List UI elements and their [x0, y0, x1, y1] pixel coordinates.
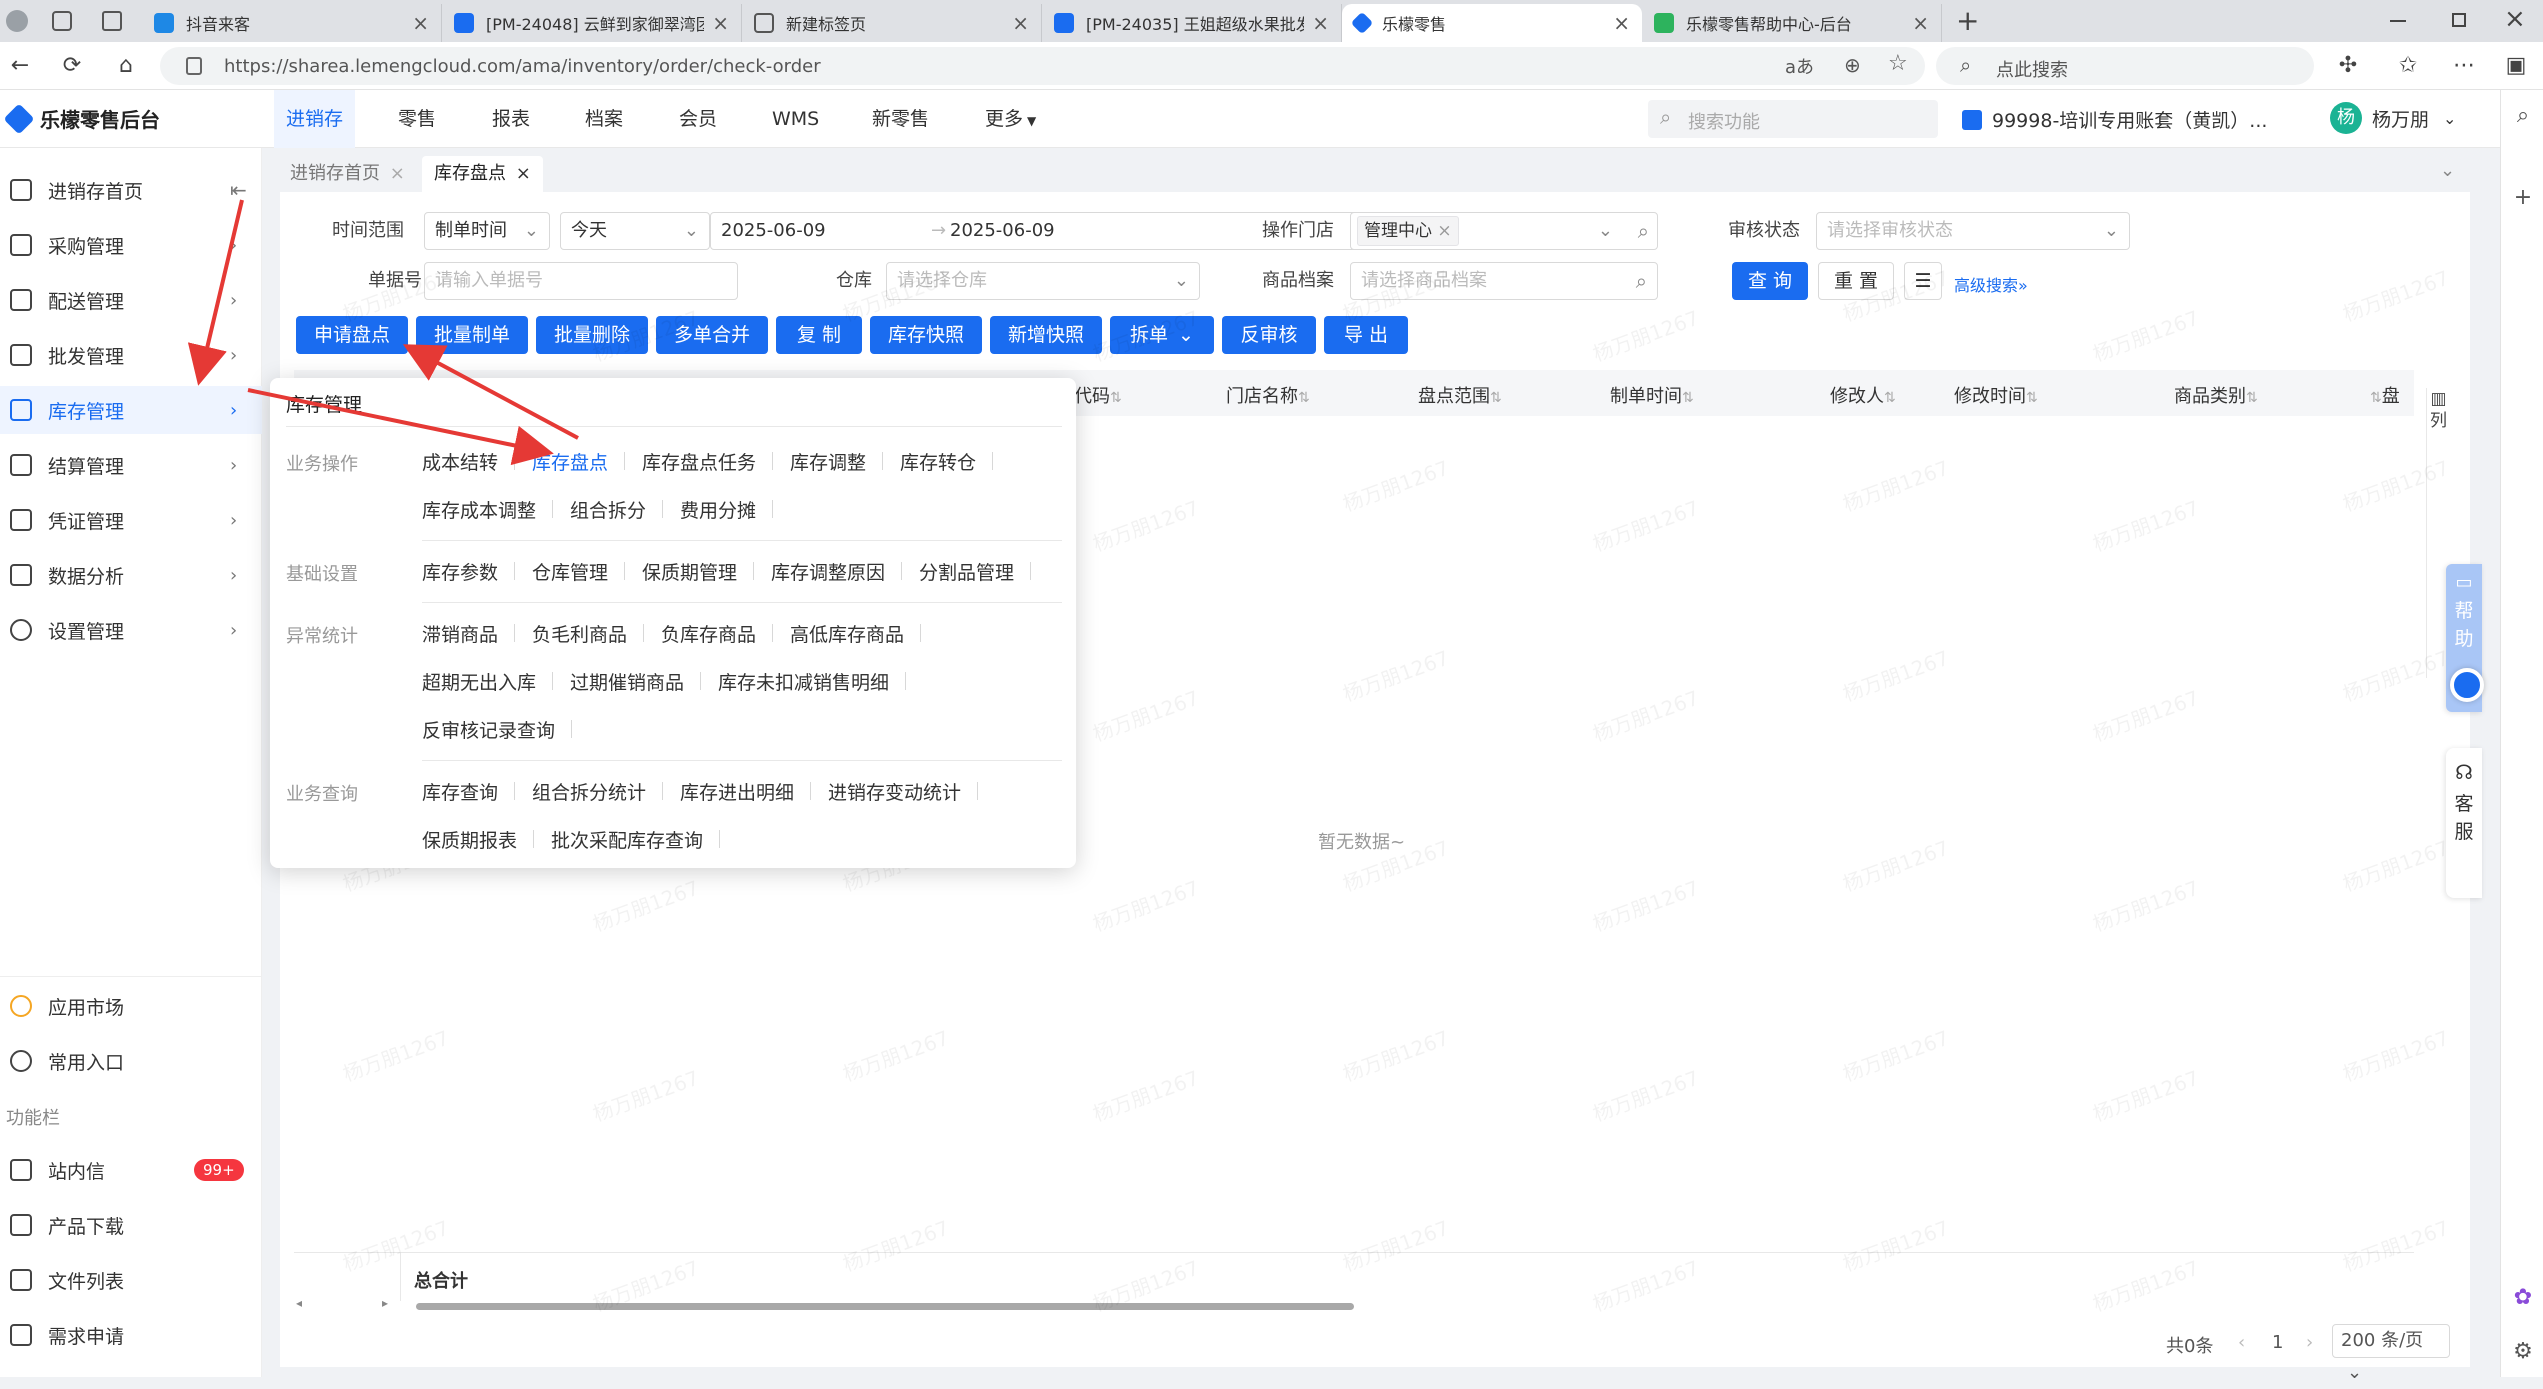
arrow-to-stocktake-menu-item	[247, 388, 554, 466]
arrow-to-apply-stocktake-button	[402, 344, 579, 440]
annotation-arrows	[187, 199, 579, 466]
arrow-to-inventory-sidebar	[187, 199, 244, 386]
